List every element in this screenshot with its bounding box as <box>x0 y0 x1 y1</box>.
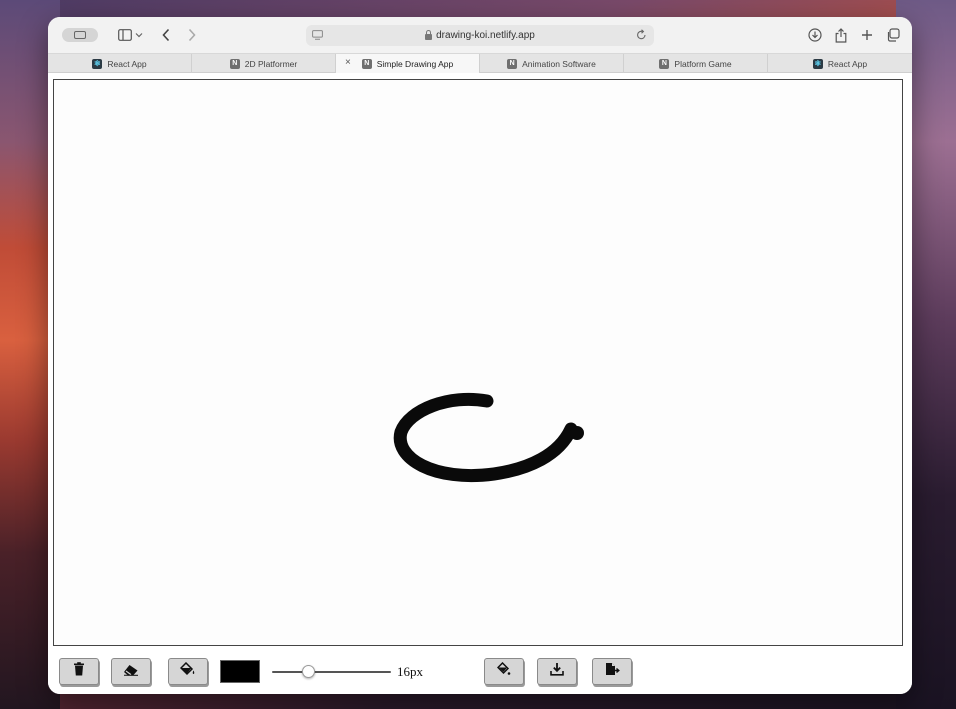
sidebar-toggle-pill[interactable] <box>62 28 98 42</box>
tab-simple-drawing-app[interactable]: × N Simple Drawing App <box>336 54 480 73</box>
clear-canvas-button[interactable] <box>59 658 99 685</box>
netlify-icon: N <box>361 58 372 69</box>
tab-label: Simple Drawing App <box>376 58 454 69</box>
canvas-drawing <box>393 392 584 482</box>
brush-size-slider-thumb[interactable] <box>301 665 315 678</box>
download-button[interactable] <box>537 658 577 685</box>
forward-icon[interactable] <box>183 26 201 44</box>
paint-bucket-button[interactable] <box>168 658 208 685</box>
tab-label: Platform Game <box>674 58 732 69</box>
tab-bar: ⚛ React App N 2D Platformer × N Simple D… <box>48 53 912 73</box>
back-icon[interactable] <box>157 26 175 44</box>
brush-cursor-dot <box>570 426 584 440</box>
trash-icon <box>73 662 85 681</box>
url-text: drawing-koi.netlify.app <box>436 30 535 41</box>
export-icon <box>605 662 620 681</box>
export-button[interactable] <box>592 658 632 685</box>
netlify-icon: N <box>507 58 518 69</box>
tab-react-app-1[interactable]: ⚛ React App <box>48 54 192 73</box>
react-icon: ⚛ <box>92 58 103 69</box>
page-content: 16px <box>48 74 912 694</box>
tab-2d-platformer[interactable]: N 2D Platformer <box>192 54 336 73</box>
share-icon[interactable] <box>832 26 850 44</box>
eraser-icon <box>123 663 139 681</box>
tab-label: React App <box>107 58 147 69</box>
eraser-button[interactable] <box>111 658 151 685</box>
fill-canvas-button[interactable] <box>484 658 524 685</box>
tab-label: Animation Software <box>522 58 596 69</box>
tab-platform-game[interactable]: N Platform Game <box>624 54 768 73</box>
lock-icon <box>425 29 433 40</box>
brush-size-label: 16px <box>397 664 423 679</box>
chevron-down-icon[interactable] <box>134 26 144 44</box>
tab-label: React App <box>827 58 868 69</box>
sidebar-icon[interactable] <box>116 26 134 44</box>
tab-animation-software[interactable]: N Animation Software <box>480 54 624 73</box>
brush-size-slider-track[interactable] <box>272 671 391 673</box>
new-tab-icon[interactable] <box>858 26 876 44</box>
drawing-canvas[interactable] <box>53 79 903 646</box>
address-bar[interactable]: drawing-koi.netlify.app <box>306 25 654 46</box>
close-tab-icon[interactable]: × <box>345 57 351 68</box>
brush-stroke <box>393 392 578 482</box>
reload-icon[interactable] <box>636 29 647 44</box>
downloads-icon[interactable] <box>806 26 824 44</box>
download-icon <box>550 662 564 681</box>
browser-window: drawing-koi.netlify.app ⚛ React App N 2D… <box>48 17 912 694</box>
color-picker[interactable] <box>220 660 260 683</box>
react-icon: ⚛ <box>812 58 823 69</box>
paint-bucket-icon <box>179 661 196 681</box>
drawing-controls: 16px <box>48 654 912 690</box>
netlify-icon: N <box>659 58 670 69</box>
tab-react-app-2[interactable]: ⚛ React App <box>768 54 912 73</box>
browser-toolbar: drawing-koi.netlify.app <box>48 17 912 53</box>
netlify-icon: N <box>229 58 240 69</box>
tab-overview-icon[interactable] <box>884 26 902 44</box>
fill-icon <box>496 661 511 681</box>
page-settings-icon[interactable] <box>312 30 323 43</box>
tab-label: 2D Platformer <box>244 58 298 69</box>
